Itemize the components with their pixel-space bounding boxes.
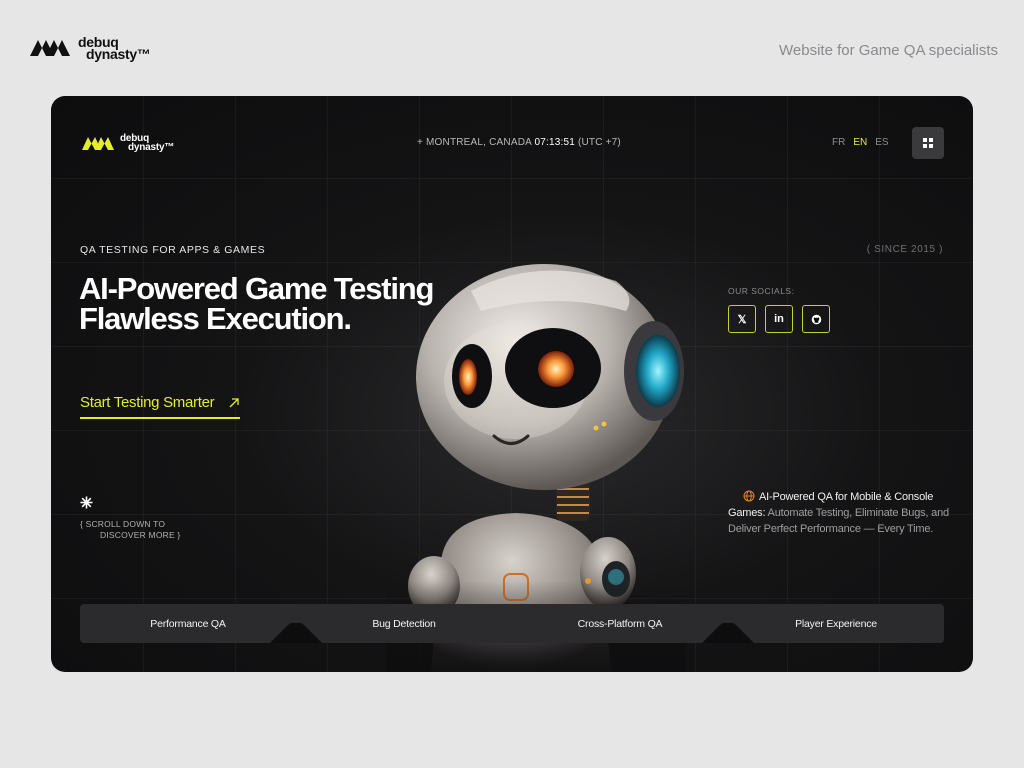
since-label: ( SINCE 2015 ) [866, 244, 943, 255]
scroll-hint: { SCROLL DOWN TO DISCOVER MORE } [80, 519, 180, 541]
timezone-text: (UTC +7) [574, 137, 621, 148]
tab-notch-shape [270, 623, 322, 643]
linkedin-icon[interactable]: in [765, 305, 793, 333]
tab-player-experience[interactable]: Player Experience [728, 604, 944, 643]
location-clock: + MONTREAL, CANADA 07:13:51 (UTC +7) [417, 137, 621, 148]
lang-en[interactable]: EN [853, 137, 867, 148]
brand-line-2: dynasty™ [86, 46, 151, 62]
lang-es[interactable]: ES [875, 137, 888, 148]
lang-fr[interactable]: FR [832, 137, 845, 148]
location-text: + MONTREAL, CANADA [417, 137, 535, 148]
hero-eyebrow: QA TESTING FOR APPS & GAMES [80, 244, 266, 256]
brand-wordmark: debuq dynasty™ [78, 35, 151, 62]
x-icon[interactable]: 𝕏 [728, 305, 756, 333]
cta-label: Start Testing Smarter [80, 394, 215, 411]
tab-label: Performance QA [150, 617, 226, 630]
brand-mark-icon [82, 137, 114, 150]
arrow-up-right-icon [229, 397, 239, 407]
service-tabs: Performance QA Bug Detection Cross-Platf… [80, 604, 944, 643]
hero-description: AI-Powered QA for Mobile & Console Games… [728, 489, 953, 537]
outer-tagline: Website for Game QA specialists [779, 42, 998, 59]
scroll-hint-line-1: { SCROLL DOWN TO [80, 519, 166, 529]
site-logo[interactable]: debuq dynasty™ [81, 134, 175, 153]
tab-notch-shape [702, 623, 754, 643]
socials-label: OUR SOCIALS: [728, 286, 795, 296]
asterisk-icon [80, 496, 93, 509]
clock-time: 07:13:51 [534, 137, 575, 148]
grid-icon [923, 138, 933, 148]
github-icon[interactable] [802, 305, 830, 333]
tab-label: Bug Detection [372, 617, 436, 630]
headline-line-2: Flawless Execution. [79, 301, 352, 336]
site-brand-line-2: dynasty™ [128, 142, 175, 153]
website-card: debuq dynasty™ + MONTREAL, CANADA 07:13:… [51, 96, 973, 672]
hero-headline: AI-Powered Game Testing Flawless Executi… [79, 271, 434, 336]
start-testing-button[interactable]: Start Testing Smarter [80, 394, 241, 419]
social-links: 𝕏 in [728, 305, 830, 333]
menu-button[interactable] [912, 127, 944, 159]
brand-mark-icon [30, 40, 70, 56]
tab-bug-detection[interactable]: Bug Detection [296, 604, 512, 643]
outer-brand-logo: debuq dynasty™ [28, 35, 151, 62]
tab-label: Player Experience [795, 617, 877, 630]
tab-cross-platform-qa[interactable]: Cross-Platform QA [512, 604, 754, 643]
scroll-hint-line-2: DISCOVER MORE } [100, 530, 181, 540]
globe-icon [743, 490, 755, 502]
site-wordmark: debuq dynasty™ [120, 134, 175, 153]
tab-label: Cross-Platform QA [577, 617, 663, 630]
language-switcher: FR EN ES [832, 137, 889, 148]
headline-line-1: AI-Powered Game Testing [79, 271, 434, 306]
tab-performance-qa[interactable]: Performance QA [80, 604, 322, 643]
